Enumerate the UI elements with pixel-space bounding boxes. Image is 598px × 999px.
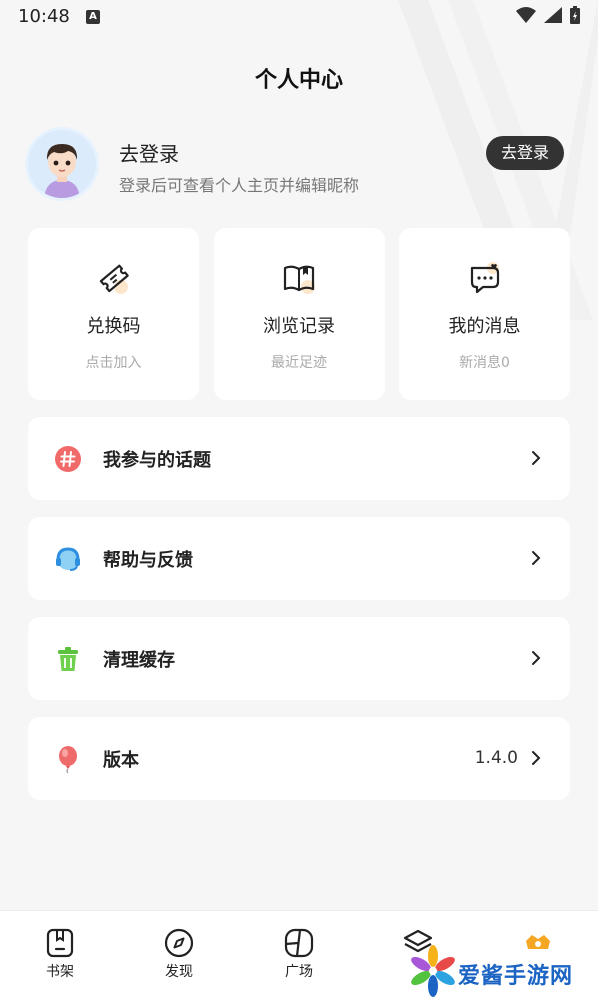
menu-label: 版本	[103, 750, 139, 771]
watermark-text: 爱酱手游网	[458, 964, 574, 989]
tab-bookshelf[interactable]: 书架	[20, 927, 100, 981]
login-button[interactable]: 去登录	[486, 136, 564, 170]
square-icon	[284, 928, 314, 958]
headset-icon	[56, 547, 80, 571]
compass-icon	[164, 928, 194, 958]
watermark: 爱酱手游网	[410, 944, 596, 998]
menu-clear-cache[interactable]: 清理缓存	[28, 617, 570, 700]
card-title: 我的消息	[448, 316, 521, 337]
avatar[interactable]	[28, 130, 96, 198]
chevron-right-icon	[532, 551, 541, 565]
status-time: 10:48	[18, 6, 70, 27]
balloon-icon	[59, 746, 77, 773]
card-my-messages[interactable]: 我的消息 新消息0	[399, 228, 570, 400]
profile-section[interactable]: 去登录 登录后可查看个人主页并编辑昵称 去登录	[28, 130, 570, 202]
book-icon	[283, 265, 315, 294]
profile-subtitle: 登录后可查看个人主页并编辑昵称	[119, 176, 360, 195]
tab-square[interactable]: 广场	[259, 927, 339, 981]
battery-icon	[570, 6, 580, 24]
card-redeem-code[interactable]: 兑换码 点击加入	[28, 228, 199, 400]
card-title: 浏览记录	[263, 316, 335, 337]
ticket-icon	[99, 264, 129, 294]
tab-label: 广场	[285, 964, 313, 980]
status-bar: 10:48 A	[0, 0, 598, 34]
tab-label: 书架	[46, 964, 74, 980]
chevron-right-icon	[532, 651, 541, 665]
card-title: 兑换码	[86, 316, 141, 337]
message-icon	[470, 262, 499, 294]
chevron-right-icon	[532, 451, 541, 465]
status-icons	[516, 6, 580, 24]
card-subtitle: 最近足迹	[271, 355, 327, 371]
menu-my-topics[interactable]: 我参与的话题	[28, 417, 570, 500]
menu-version[interactable]: 版本 1.4.0	[28, 717, 570, 800]
trash-icon	[58, 647, 78, 671]
signal-icon	[544, 7, 562, 23]
bookshelf-icon	[46, 928, 74, 958]
notification-badge: A	[86, 10, 100, 24]
quick-cards: 兑换码 点击加入 浏览记录 最近足迹 我的消息 新消息0	[28, 228, 570, 400]
tab-discover[interactable]: 发现	[139, 927, 219, 981]
hashtag-icon	[55, 446, 81, 472]
card-subtitle: 点击加入	[85, 355, 142, 371]
menu-help-feedback[interactable]: 帮助与反馈	[28, 517, 570, 600]
version-value: 1.4.0	[474, 748, 518, 768]
pinwheel-logo-icon	[411, 945, 455, 997]
tab-label: 发现	[165, 964, 193, 980]
chevron-right-icon	[532, 751, 541, 765]
card-subtitle: 新消息0	[459, 355, 510, 371]
profile-name[interactable]: 去登录	[119, 138, 179, 167]
menu-label: 我参与的话题	[103, 450, 211, 471]
card-browse-history[interactable]: 浏览记录 最近足迹	[213, 228, 385, 400]
page-title: 个人中心	[254, 68, 343, 93]
menu-label: 清理缓存	[103, 650, 175, 671]
wifi-icon	[516, 7, 536, 23]
menu-label: 帮助与反馈	[103, 550, 193, 571]
